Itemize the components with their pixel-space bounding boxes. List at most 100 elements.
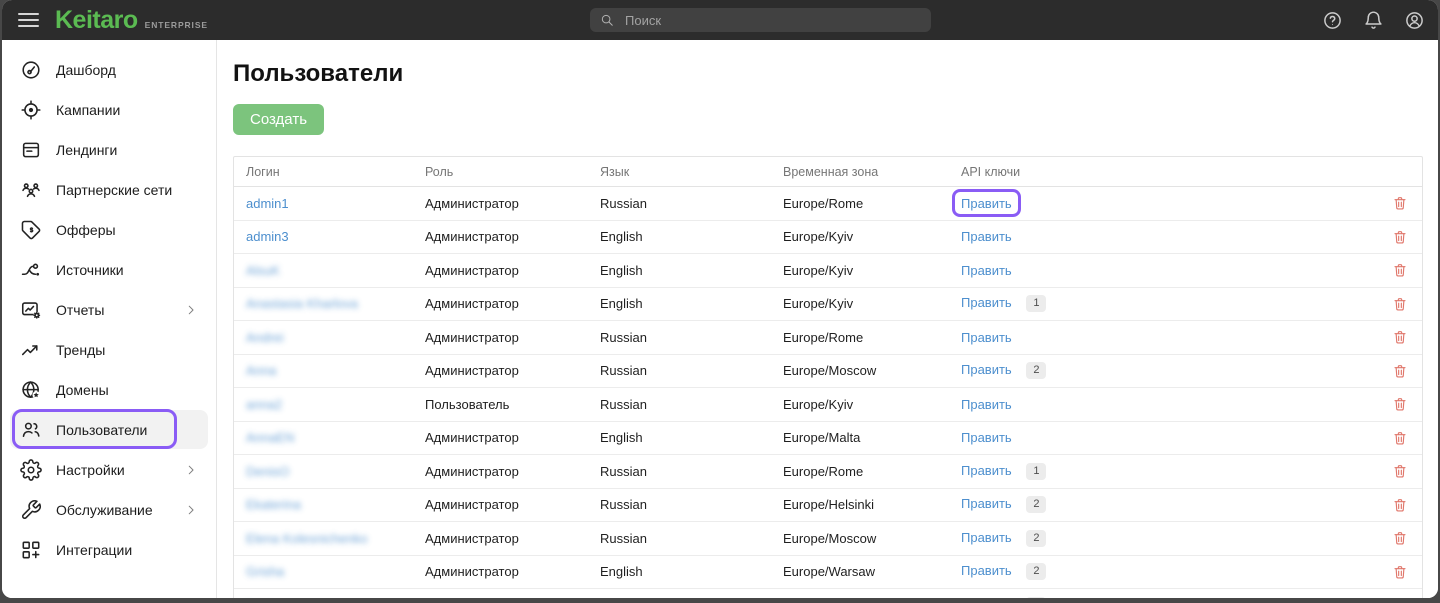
user-login-link[interactable]: Anna [246, 363, 276, 378]
user-login-link[interactable]: DenisO [246, 464, 289, 479]
sidebar-item-label: Отчеты [56, 302, 104, 318]
table-row: Ekaterina Администратор Russian Europe/H… [234, 489, 1422, 523]
account-icon[interactable] [1404, 10, 1425, 31]
edit-api-keys-link[interactable]: Править [961, 397, 1012, 412]
settings-icon [20, 459, 42, 481]
sidebar-item-users[interactable]: Пользователи [10, 410, 208, 449]
user-timezone: Europe/Kyiv [771, 263, 949, 278]
user-language: Russian [588, 464, 771, 479]
edit-api-keys-link[interactable]: Править [961, 196, 1012, 211]
notifications-bell-icon[interactable] [1363, 10, 1384, 31]
edit-api-keys-link[interactable]: Править [961, 563, 1012, 578]
user-role: Администратор [413, 263, 588, 278]
table-row: Grisha Администратор English Europe/Wars… [234, 556, 1422, 590]
user-language: English [588, 296, 771, 311]
user-login-link[interactable]: Grisha [246, 564, 284, 579]
user-login-link[interactable]: Ekaterina [246, 497, 301, 512]
global-search[interactable] [590, 8, 931, 32]
sidebar-item-label: Источники [56, 262, 124, 278]
delete-user-icon[interactable] [1392, 363, 1408, 379]
chevron-right-icon [184, 503, 198, 517]
user-language: Russian [588, 397, 771, 412]
delete-user-icon[interactable] [1392, 463, 1408, 479]
user-role: Администратор [413, 330, 588, 345]
delete-user-icon[interactable] [1392, 229, 1408, 245]
sidebar-item-offers[interactable]: Офферы [10, 210, 208, 249]
sidebar-item-settings[interactable]: Настройки [10, 450, 208, 489]
user-language: Russian [588, 363, 771, 378]
sidebar-item-landings[interactable]: Лендинги [10, 130, 208, 169]
sidebar-item-domains[interactable]: Домены [10, 370, 208, 409]
delete-user-icon[interactable] [1392, 597, 1408, 598]
edit-api-keys-link[interactable]: Править [961, 229, 1012, 244]
user-login-link[interactable]: AlsuK [246, 263, 280, 278]
user-login-link[interactable]: Andrei [246, 330, 284, 345]
table-row: AnnaEN Администратор English Europe/Malt… [234, 422, 1422, 456]
delete-user-icon[interactable] [1392, 530, 1408, 546]
delete-user-icon[interactable] [1392, 564, 1408, 580]
delete-user-icon[interactable] [1392, 262, 1408, 278]
sidebar-item-label: Офферы [56, 222, 116, 238]
edit-api-keys-link[interactable]: Править [961, 463, 1012, 478]
user-timezone: Europe/Kyiv [771, 229, 949, 244]
sidebar-item-trends[interactable]: Тренды [10, 330, 208, 369]
integrations-icon [20, 539, 42, 561]
sidebar-item-affiliate-networks[interactable]: Партнерские сети [10, 170, 208, 209]
hamburger-menu-icon[interactable] [18, 13, 39, 27]
edit-api-keys-link[interactable]: Править [961, 530, 1012, 545]
delete-user-icon[interactable] [1392, 396, 1408, 412]
api-keys-count-badge: 1 [1026, 597, 1046, 598]
user-login-link[interactable]: Elena Kolesnichenko [246, 531, 367, 546]
user-language: English [588, 564, 771, 579]
user-role: Администратор [413, 497, 588, 512]
edit-api-keys-link[interactable]: Править [961, 330, 1012, 345]
user-role: Пользователь [413, 397, 588, 412]
campaigns-icon [20, 99, 42, 121]
users-table: ЛогинРольЯзыкВременная зонаAPI ключи adm… [233, 156, 1423, 598]
dashboard-icon [20, 59, 42, 81]
table-row: AlsuK Администратор English Europe/Kyiv … [234, 254, 1422, 288]
delete-user-icon[interactable] [1392, 195, 1408, 211]
edit-api-keys-link[interactable]: Править [961, 597, 1012, 598]
search-input[interactable] [623, 12, 921, 29]
sidebar-item-dashboard[interactable]: Дашборд [10, 50, 208, 89]
delete-user-icon[interactable] [1392, 430, 1408, 446]
column-header: Временная зона [771, 165, 949, 179]
sidebar-item-reports[interactable]: Отчеты [10, 290, 208, 329]
api-keys-count-badge: 2 [1026, 496, 1046, 513]
sidebar-item-integrations[interactable]: Интеграции [10, 530, 208, 569]
edit-api-keys-link[interactable]: Править [961, 496, 1012, 511]
brand-name: Keitaro [55, 8, 138, 33]
table-row: DenisO Администратор Russian Europe/Rome… [234, 455, 1422, 489]
user-login-link[interactable]: Anastasia Kharlova [246, 296, 358, 311]
edit-api-keys-link[interactable]: Править [961, 430, 1012, 445]
sidebar-item-label: Тренды [56, 342, 105, 358]
user-language: Russian [588, 196, 771, 211]
user-language: Russian [588, 330, 771, 345]
delete-user-icon[interactable] [1392, 329, 1408, 345]
edit-api-keys-link[interactable]: Править [961, 295, 1012, 310]
user-language: English [588, 229, 771, 244]
help-icon[interactable] [1322, 10, 1343, 31]
delete-user-icon[interactable] [1392, 497, 1408, 513]
user-login-link[interactable]: anna2 [246, 397, 282, 412]
user-timezone: Europe/Moscow [771, 363, 949, 378]
sidebar-item-campaigns[interactable]: Кампании [10, 90, 208, 129]
edit-api-keys-link[interactable]: Править [961, 362, 1012, 377]
user-timezone: Europe/Kyiv [771, 397, 949, 412]
sidebar-item-label: Настройки [56, 462, 125, 478]
api-keys-count-badge: 1 [1026, 463, 1046, 480]
brand-edition-label: ENTERPRISE [145, 20, 208, 30]
user-login-link[interactable]: admin1 [246, 196, 289, 211]
user-timezone: Europe/Rome [771, 330, 949, 345]
create-user-button[interactable]: Создать [233, 104, 324, 135]
user-login-link[interactable]: AnnaEN [246, 430, 294, 445]
user-timezone: Europe/Kyiv [771, 296, 949, 311]
user-role: Администратор [413, 464, 588, 479]
delete-user-icon[interactable] [1392, 296, 1408, 312]
edit-api-keys-link[interactable]: Править [961, 263, 1012, 278]
user-login-link[interactable]: admin3 [246, 229, 289, 244]
sidebar-item-maintenance[interactable]: Обслуживание [10, 490, 208, 529]
sidebar-item-sources[interactable]: Источники [10, 250, 208, 289]
api-keys-count-badge: 1 [1026, 295, 1046, 312]
